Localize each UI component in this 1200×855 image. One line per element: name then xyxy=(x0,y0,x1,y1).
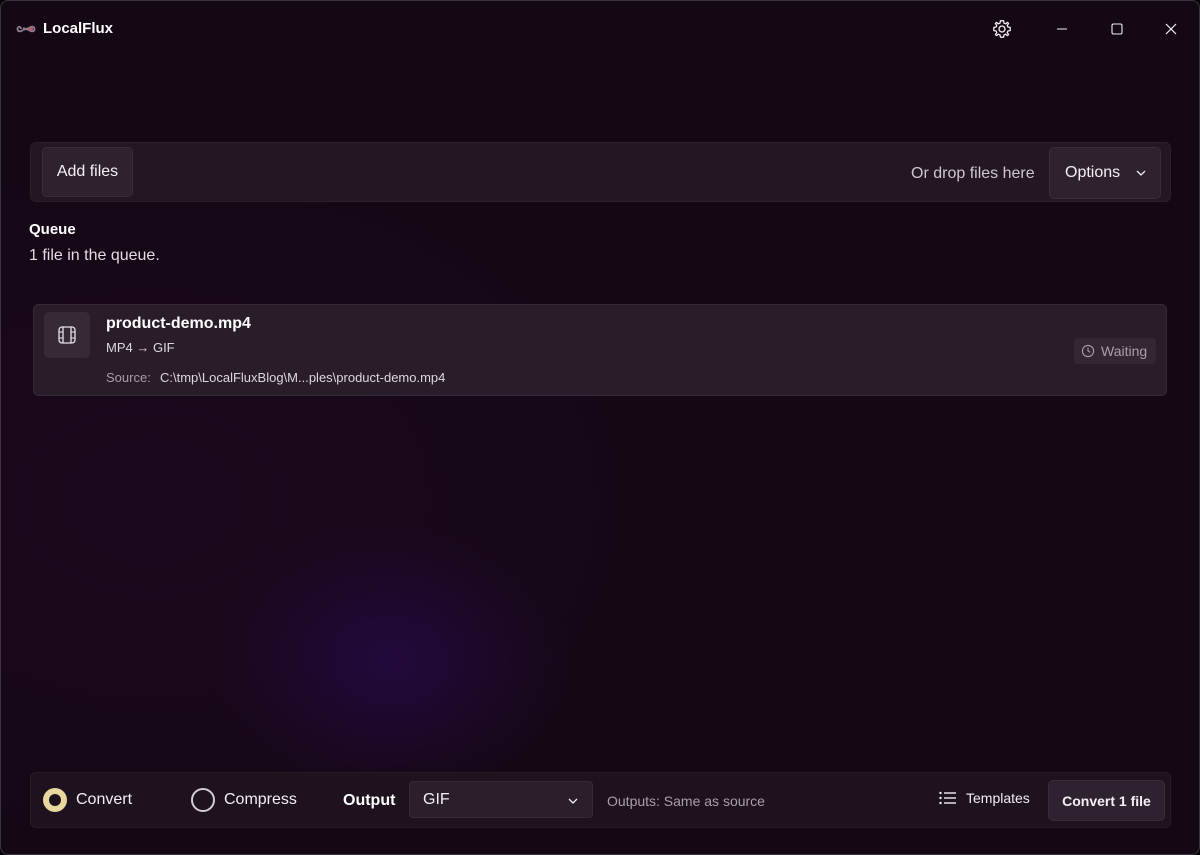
convert-files-button[interactable]: Convert 1 file xyxy=(1048,780,1165,821)
templates-button[interactable]: Templates xyxy=(939,790,1030,806)
film-icon xyxy=(58,326,76,344)
maximize-icon xyxy=(1111,23,1123,35)
maximize-button[interactable] xyxy=(1102,15,1132,43)
templates-label: Templates xyxy=(966,790,1030,806)
chevron-down-icon xyxy=(1136,170,1146,176)
output-label: Output xyxy=(343,792,396,809)
mode-convert-radio[interactable]: Convert xyxy=(43,788,132,812)
radio-unchecked-indicator xyxy=(191,788,215,812)
outputs-location-hint: Outputs: Same as source xyxy=(607,793,765,809)
file-name: product-demo.mp4 xyxy=(106,315,251,332)
output-format-value: GIF xyxy=(423,790,450,808)
queue-title: Queue xyxy=(29,221,76,238)
status-text: Waiting xyxy=(1101,343,1148,359)
status-badge: Waiting xyxy=(1074,338,1157,364)
source-path: C:\tmp\LocalFluxBlog\M...ples\product-de… xyxy=(160,370,446,385)
settings-button[interactable] xyxy=(987,15,1017,43)
mode-compress-radio[interactable]: Compress xyxy=(191,788,297,812)
drop-files-hint: Or drop files here xyxy=(911,165,1035,182)
file-toolbar: Add files Or drop files here Options xyxy=(30,142,1171,202)
infinity-logo-icon xyxy=(16,25,36,33)
output-format-select[interactable]: GIF xyxy=(409,781,593,818)
add-files-button[interactable]: Add files xyxy=(42,147,133,197)
clock-icon xyxy=(1081,344,1095,358)
queue-count: 1 file in the queue. xyxy=(29,247,160,264)
queue-item[interactable]: product-demo.mp4 MP4 → GIF Source: C:\tm… xyxy=(33,304,1167,396)
title-bar: LocalFlux xyxy=(1,1,1199,57)
bottom-action-bar: Convert Compress Output GIF Outputs: Sam… xyxy=(30,772,1171,828)
mode-compress-label: Compress xyxy=(224,791,297,808)
source-label: Source: xyxy=(106,370,151,385)
chevron-down-icon xyxy=(568,798,578,804)
options-dropdown-button[interactable]: Options xyxy=(1049,147,1161,199)
minimize-icon xyxy=(1057,28,1067,30)
close-button[interactable] xyxy=(1156,15,1186,43)
radio-checked-indicator xyxy=(43,788,67,812)
app-window: LocalFlux Add files Or drop files here O… xyxy=(0,0,1200,855)
close-icon xyxy=(1165,23,1177,35)
gear-icon xyxy=(993,20,1011,38)
app-title: LocalFlux xyxy=(43,20,114,37)
options-label: Options xyxy=(1065,164,1121,181)
list-icon xyxy=(939,791,956,805)
file-conversion: MP4 → GIF xyxy=(106,340,175,355)
minimize-button[interactable] xyxy=(1047,15,1077,43)
file-type-icon-box xyxy=(44,312,90,358)
mode-convert-label: Convert xyxy=(76,791,133,808)
